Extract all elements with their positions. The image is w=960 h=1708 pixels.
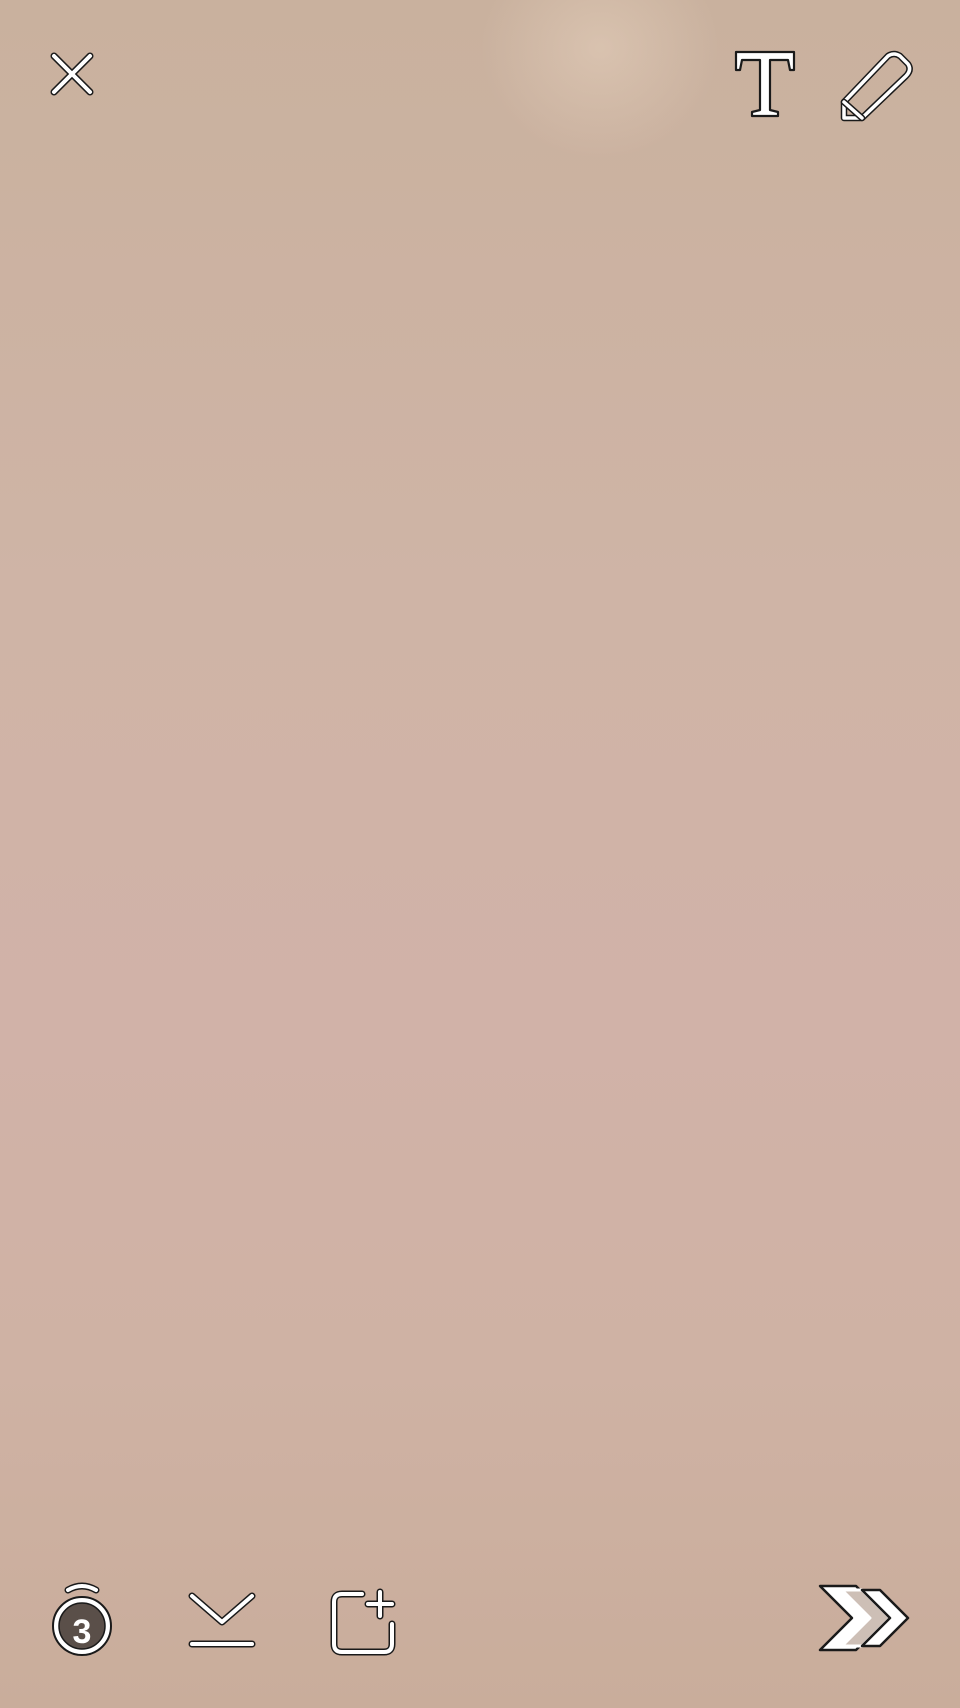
photo-background — [480, 0, 720, 160]
add-to-story-icon — [330, 1588, 396, 1656]
pencil-icon — [840, 50, 913, 122]
text-tool-icon — [734, 50, 796, 118]
text-tool-button[interactable] — [732, 48, 798, 120]
send-arrows-icon — [818, 1584, 910, 1652]
timer-value: 3 — [72, 1612, 92, 1651]
draw-tool-button[interactable] — [840, 50, 914, 122]
send-button[interactable] — [816, 1580, 912, 1656]
download-icon — [188, 1592, 256, 1648]
add-to-story-button[interactable] — [328, 1586, 400, 1656]
close-button[interactable] — [44, 46, 100, 102]
close-icon — [50, 52, 94, 96]
timer-button[interactable]: 3 — [50, 1582, 114, 1658]
save-button[interactable] — [186, 1590, 258, 1650]
snap-preview-screen: 3 — [0, 0, 960, 1708]
